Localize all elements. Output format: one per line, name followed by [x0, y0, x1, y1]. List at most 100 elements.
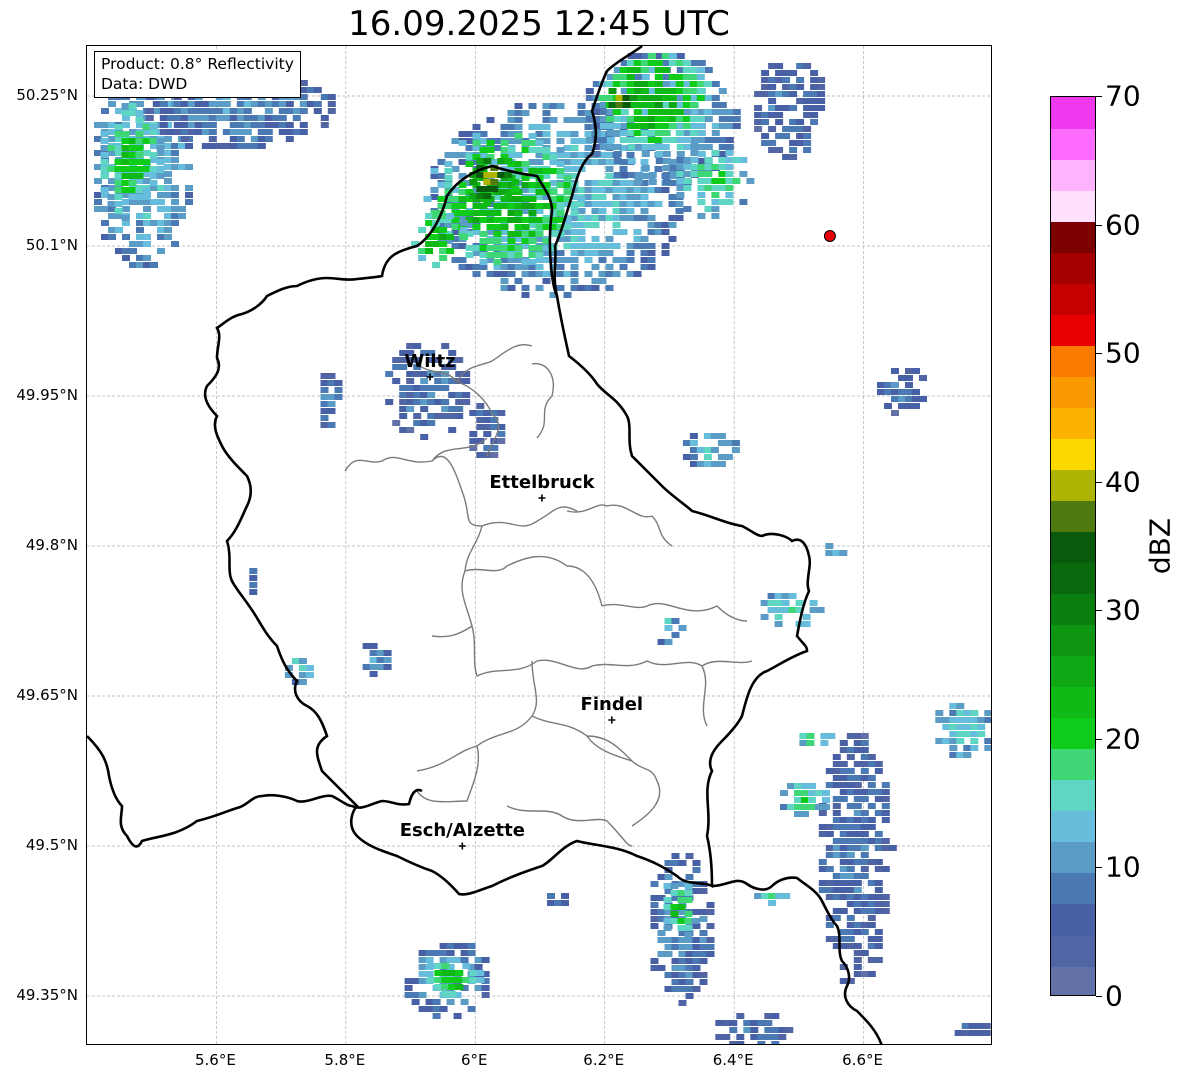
echo-cell [100, 187, 109, 193]
echo-cell [556, 131, 565, 137]
echo-cell [860, 817, 869, 823]
echo-cell [782, 91, 791, 97]
echo-cell [956, 717, 965, 723]
echo-cell [570, 203, 579, 209]
echo-cell [802, 621, 811, 627]
echo-cell [187, 129, 196, 135]
echo-cell [746, 178, 755, 184]
echo-cell [528, 147, 537, 153]
echo-cell [599, 109, 608, 115]
echo-cell [157, 220, 165, 226]
echo-cell [725, 150, 734, 156]
echo-cell [444, 182, 453, 188]
echo-cell [542, 138, 551, 144]
echo-cell [399, 392, 408, 398]
echo-cell [327, 101, 336, 107]
echo-cell [121, 215, 130, 221]
echo-cell [420, 420, 429, 426]
lon-tick-label: 6.6°E [842, 1051, 883, 1069]
echo-cell [528, 182, 537, 188]
echo-cell [626, 67, 635, 73]
echo-cell [444, 152, 453, 158]
echo-cell [963, 731, 972, 737]
echo-cell [427, 413, 436, 419]
echo-cell [121, 138, 130, 144]
echo-cell [839, 824, 848, 830]
echo-cell [750, 1020, 759, 1026]
echo-cell [689, 433, 698, 439]
echo-cell [692, 951, 701, 957]
echo-cell [185, 192, 193, 198]
echo-cell [620, 109, 629, 115]
echo-cell [750, 1034, 759, 1040]
echo-cell [785, 1027, 794, 1033]
echo-cell [392, 357, 401, 363]
echo-cell [313, 101, 322, 107]
echo-cell [696, 461, 705, 467]
echo-cell [164, 185, 172, 191]
echo-cell [874, 768, 883, 774]
echo-cell [853, 873, 862, 879]
echo-cell [699, 972, 708, 978]
echo-cell [413, 399, 422, 405]
echo-cell [507, 271, 516, 277]
echo-cell [446, 950, 455, 956]
echo-cell [794, 790, 802, 796]
echo-cell [703, 109, 712, 115]
echo-cell [476, 158, 485, 164]
echo-cell [867, 943, 876, 949]
echo-cell [577, 222, 586, 228]
colorbar-segment [1051, 810, 1095, 843]
echo-cell [577, 215, 586, 221]
colorbar-segment [1051, 97, 1095, 129]
echo-cell [486, 271, 495, 277]
echo-cell [490, 172, 499, 178]
lon-tick-label: 5.8°E [324, 1051, 366, 1069]
echo-cell [157, 192, 165, 198]
echo-cell [942, 724, 951, 730]
echo-cell [757, 1020, 766, 1026]
echo-cell [114, 124, 123, 130]
colorbar-segment [1051, 841, 1095, 874]
echo-cell [647, 95, 656, 101]
echo-cell [815, 790, 823, 796]
echo-cell [444, 175, 453, 181]
echo-cell [640, 95, 649, 101]
echo-cell [100, 131, 109, 137]
echo-cell [556, 285, 565, 291]
echo-cell [121, 173, 130, 179]
echo-cell [874, 880, 883, 886]
echo-cell [853, 887, 862, 893]
echo-cell [619, 180, 628, 186]
echo-cell [881, 894, 890, 900]
echo-cell [243, 115, 252, 121]
echo-cell [399, 399, 408, 405]
echo-cell [825, 866, 834, 872]
echo-cell [606, 144, 615, 150]
echo-cell [528, 103, 537, 109]
echo-cell [970, 724, 979, 730]
echo-cell [327, 422, 336, 428]
echo-cell [710, 461, 719, 467]
radar-map[interactable]: Wiltz Ettelbruck Findel Esch/Alzette [86, 45, 992, 1045]
echo-cell [164, 192, 172, 198]
echo-cell [474, 964, 483, 970]
echo-cell [150, 199, 158, 205]
echo-cell [729, 1020, 738, 1026]
echo-cell [542, 203, 551, 209]
echo-cell [668, 60, 677, 66]
lat-tick-label: 50.25°N [16, 86, 78, 104]
echo-cell [142, 166, 151, 172]
echo-cell [613, 151, 622, 157]
echo-cell [493, 245, 502, 251]
echo-cell [846, 929, 855, 935]
echo-cell [991, 724, 992, 730]
colorbar-segment [1051, 748, 1095, 781]
echo-cell [584, 187, 593, 193]
echo-cell [528, 203, 537, 209]
echo-cell [143, 220, 151, 226]
colorbar-tick-mark [1096, 96, 1102, 97]
echo-cell [615, 102, 624, 108]
echo-cell [521, 238, 530, 244]
echo-cell [481, 957, 490, 963]
